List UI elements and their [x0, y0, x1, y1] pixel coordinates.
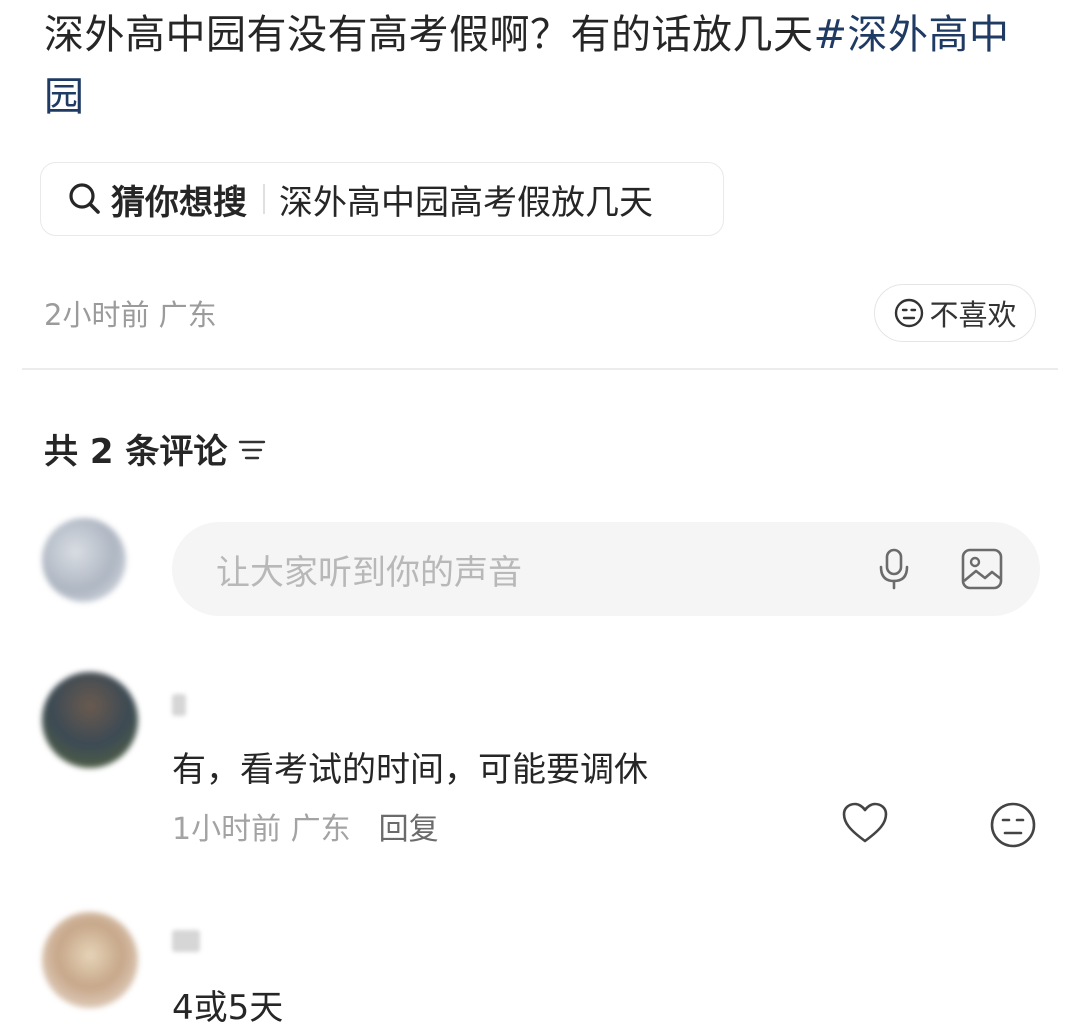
heart-icon[interactable] — [840, 800, 890, 846]
avatar[interactable] — [42, 912, 138, 1008]
comment-username[interactable] — [172, 694, 186, 716]
reply-button[interactable]: 回复 — [379, 812, 439, 847]
guess-search-box[interactable]: 猜你想搜 深外高中园高考假放几天 — [40, 162, 724, 236]
image-icon[interactable] — [960, 547, 1004, 591]
guess-query: 深外高中园高考假放几天 — [279, 182, 653, 223]
post-title-text: 深外高中园有没有高考假啊？有的话放几天 — [44, 12, 814, 58]
divider — [263, 184, 265, 214]
comment-meta: 1小时前 广东 回复 — [172, 804, 439, 848]
dislike-label: 不喜欢 — [929, 298, 1017, 332]
sort-icon[interactable] — [237, 434, 267, 464]
guess-label: 猜你想搜 — [111, 182, 247, 223]
comment-time: 1小时前 广东 — [172, 812, 351, 847]
search-icon — [67, 181, 103, 217]
microphone-icon[interactable] — [874, 547, 914, 591]
neutral-face-icon — [893, 297, 925, 329]
my-avatar — [42, 518, 126, 602]
comment-input[interactable]: 让大家听到你的声音 — [172, 522, 1040, 616]
comment-input-placeholder: 让大家听到你的声音 — [216, 552, 522, 593]
post-meta: 2小时前 广东 — [44, 298, 217, 332]
comments-header: 共 2 条评论 — [44, 424, 267, 473]
dislike-button[interactable]: 不喜欢 — [874, 284, 1036, 342]
comment-text: 4或5天 — [172, 988, 284, 1028]
avatar[interactable] — [42, 672, 138, 768]
comment-username[interactable] — [172, 930, 200, 952]
post-title: 深外高中园有没有高考假啊？有的话放几天#深外高中园 — [44, 4, 1024, 128]
comment-text: 有，看考试的时间，可能要调休 — [172, 750, 648, 790]
comments-count: 共 2 条评论 — [44, 432, 228, 472]
neutral-face-icon[interactable] — [988, 800, 1038, 850]
section-divider — [22, 368, 1058, 370]
